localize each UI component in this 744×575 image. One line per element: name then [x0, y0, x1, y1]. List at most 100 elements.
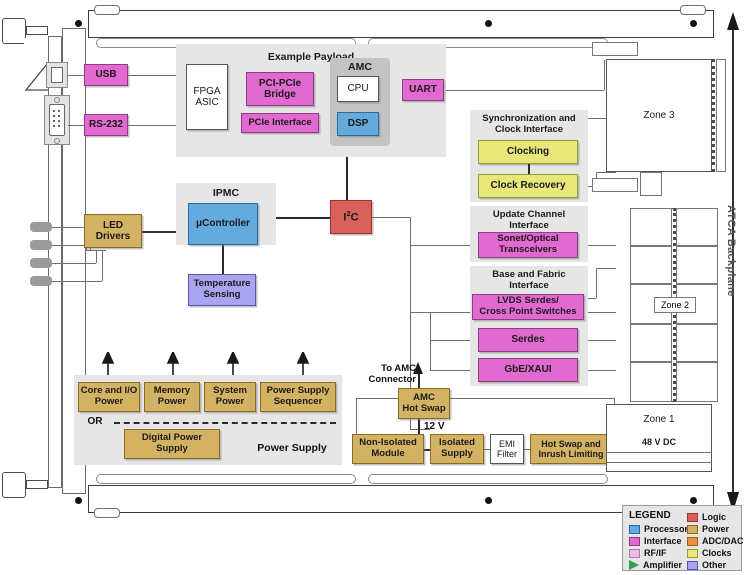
panel-led-2	[30, 240, 52, 250]
pci-pcie-bridge-block[interactable]: PCI-PCIe Bridge	[246, 72, 314, 106]
isol-line2: Supply	[441, 448, 473, 459]
legend-label-power: Power	[702, 524, 730, 534]
i2c-block[interactable]: I2C	[330, 200, 372, 234]
legend-item-power: Power	[687, 524, 729, 534]
zone3-bottom-tab	[592, 178, 638, 192]
legend-swatch-rfif	[629, 548, 640, 558]
fabric-label-line1: Base and Fabric	[492, 269, 566, 280]
led-line2: Drivers	[95, 231, 131, 242]
or-label: OR	[87, 416, 103, 427]
fabric-label-line2: Interface	[509, 279, 549, 291]
hs-line2: Inrush Limiting	[538, 449, 604, 459]
fpga-asic-block[interactable]: FPGA ASIC	[186, 64, 228, 130]
zone2-cell-r5	[676, 362, 718, 402]
pcie-interface-block[interactable]: PCIe Interface	[241, 113, 319, 133]
dsp-block[interactable]: DSP	[337, 112, 379, 136]
zone2-cell-r1	[676, 208, 718, 246]
panel-led-4	[30, 276, 52, 286]
non-isolated-module-block[interactable]: Non-Isolated Module	[352, 434, 424, 464]
amchs-line2: Hot Swap	[402, 402, 446, 414]
amchs-line1: AMC	[413, 391, 435, 403]
cpu-block[interactable]: CPU	[337, 76, 379, 102]
legend-label-logic: Logic	[702, 512, 726, 522]
update-label-line2: Interface	[509, 219, 549, 231]
sonet-optical-transceivers-block[interactable]: Sonet/Optical Transceivers	[478, 232, 578, 258]
rail-tab-bottom-left	[94, 508, 120, 518]
emi-line2: Filter	[497, 449, 517, 459]
system-power-block[interactable]: System Power	[204, 382, 256, 412]
lvds-serdes-block[interactable]: LVDS Serdes/ Cross Point Switches	[472, 294, 584, 320]
hot-swap-inrush-block[interactable]: Hot Swap and Inrush Limiting	[530, 434, 612, 464]
rail-slot-bottom-right	[368, 474, 608, 484]
clocking-block[interactable]: Clocking	[478, 140, 578, 164]
serial-port-shell	[49, 104, 65, 136]
legend-swatch-power	[687, 524, 698, 534]
or-divider	[114, 422, 336, 424]
usb-block[interactable]: USB	[84, 64, 128, 86]
usb-port-inner	[51, 67, 63, 83]
led-drivers-block[interactable]: LED Drivers	[84, 214, 142, 248]
ucontroller-block[interactable]: μController	[188, 203, 258, 245]
rail-screw-bottom-2	[485, 497, 492, 504]
memory-power-block[interactable]: Memory Power	[144, 382, 200, 412]
serdes-block[interactable]: Serdes	[478, 328, 578, 352]
panel-led-1	[30, 222, 52, 232]
core-line2: Power	[94, 396, 124, 407]
zone2-cell-r2	[676, 246, 718, 284]
legend-label-other: Other	[702, 560, 727, 570]
zone2-cell-l5	[630, 362, 672, 402]
zone1-label: Zone 1	[643, 414, 675, 425]
rs232-block[interactable]: RS-232	[84, 114, 128, 136]
zone3-connector-pins	[712, 59, 715, 172]
legend-label-adcdac: ADC/DAC	[702, 536, 744, 546]
led-line1: LED	[103, 219, 123, 231]
i2c-label: I2C	[343, 209, 359, 224]
legend-swatch-processor	[629, 524, 640, 534]
chassis-bottom-rail	[88, 485, 714, 513]
chassis-top-rail	[88, 10, 714, 38]
fpga-line1: FPGA	[193, 85, 221, 97]
zone3-side-tab	[640, 172, 662, 196]
rail-screw-bottom-1	[75, 497, 82, 504]
hs-line1: Hot Swap and	[541, 438, 601, 449]
zone1-voltage-label: 48 V DC	[641, 437, 676, 447]
core-io-power-block[interactable]: Core and I/O Power	[78, 382, 140, 412]
clock-recovery-block[interactable]: Clock Recovery	[478, 174, 578, 198]
sync-label-line2: Clock Interface	[494, 123, 564, 135]
power-supply-sequencer-block[interactable]: Power Supply Sequencer	[260, 382, 336, 412]
legend-item-other: Other	[687, 560, 726, 570]
isolated-supply-block[interactable]: Isolated Supply	[430, 434, 484, 464]
sonet-line2: Transceivers	[498, 244, 558, 255]
zone3-connector-strip	[716, 59, 726, 172]
mem-line2: Power	[157, 396, 187, 407]
sys-line2: Power	[215, 396, 245, 407]
serial-screw-top	[54, 97, 60, 103]
zone3-top-tab	[592, 42, 638, 56]
bridge-line2: Bridge	[264, 89, 296, 100]
zone2-cell-r4	[676, 324, 718, 362]
sync-clock-group-label: Synchronization and Clock Interface	[472, 113, 586, 136]
legend-label-amplifier: Amplifier	[643, 560, 683, 570]
amc-hot-swap-block[interactable]: AMC Hot Swap	[398, 388, 450, 419]
gbe-xaui-block[interactable]: GbE/XAUI	[478, 358, 578, 382]
uart-block[interactable]: UART	[402, 79, 444, 101]
legend-swatch-other	[687, 560, 698, 570]
temperature-sensing-block[interactable]: Temperature Sensing	[188, 274, 256, 306]
seq-line2: Sequencer	[273, 396, 323, 407]
rail-screw-top-1	[75, 20, 82, 27]
zone2-cell-l1	[630, 208, 672, 246]
legend-item-processor: Processor	[629, 524, 688, 534]
emi-filter-block[interactable]: EMI Filter	[490, 434, 524, 464]
update-label-line1: Update Channel	[492, 209, 566, 220]
legend-swatch-adcdac	[687, 536, 698, 546]
rail-screw-top-2	[485, 20, 492, 27]
ejector-handle-bottom[interactable]	[2, 472, 26, 498]
legend-swatch-logic	[687, 512, 698, 522]
update-channel-group-label: Update Channel Interface	[472, 209, 586, 232]
dps-line2: Supply	[156, 443, 188, 454]
digital-power-supply-block[interactable]: Digital Power Supply	[124, 429, 220, 459]
atca-backplane-label: ATCA Backplane	[725, 205, 737, 297]
panel-led-3	[30, 258, 52, 268]
legend-label-clocks: Clocks	[702, 548, 732, 558]
legend-item-rfif: RF/IF	[629, 548, 667, 558]
